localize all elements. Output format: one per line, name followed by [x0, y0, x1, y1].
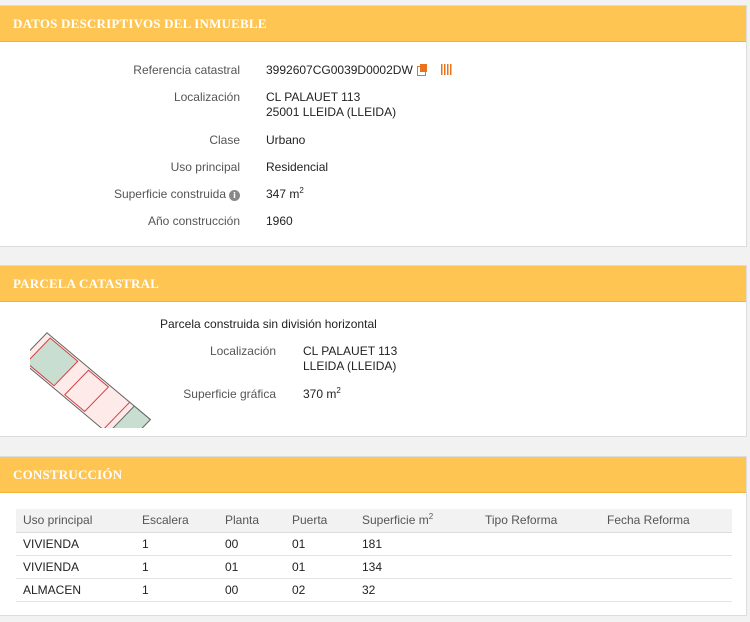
anio-value: 1960: [266, 214, 293, 228]
col-planta: Planta: [218, 509, 285, 533]
col-fecha-reforma: Fecha Reforma: [600, 509, 732, 533]
cell-uso: ALMACEN: [16, 578, 135, 602]
col-superficie-label: Superficie m: [362, 513, 429, 528]
superficie-label: Superficie construida: [113, 187, 226, 201]
table-header-row: Uso principal Escalera Planta Puerta Sup…: [16, 509, 732, 533]
col-escalera: Escalera: [135, 509, 218, 533]
cell-superficie: 134: [355, 555, 478, 579]
cell-puerta: 01: [285, 532, 355, 556]
localizacion-label: Localización: [173, 90, 240, 104]
cell-puerta: 02: [285, 578, 355, 602]
cell-tipo-reforma: [478, 578, 600, 602]
cell-puerta: 01: [285, 555, 355, 579]
construccion-panel-title: CONSTRUCCIÓN: [0, 457, 746, 493]
construccion-table: Uso principal Escalera Planta Puerta Sup…: [16, 509, 732, 602]
col-uso: Uso principal: [16, 509, 135, 533]
inmueble-panel-title: DATOS DESCRIPTIVOS DEL INMUEBLE: [0, 6, 746, 42]
cell-tipo-reforma: [478, 532, 600, 556]
localizacion-value: CL PALAUET 113 25001 LLEIDA (LLEIDA): [266, 90, 396, 120]
parcela-superficie-label: Superficie gráfica: [183, 387, 276, 401]
localizacion-line1: CL PALAUET 113: [266, 90, 361, 104]
inmueble-panel: DATOS DESCRIPTIVOS DEL INMUEBLE Referenc…: [0, 5, 747, 247]
parcela-localizacion-line1: CL PALAUET 113: [303, 344, 398, 358]
uso-value: Residencial: [266, 160, 329, 174]
table-row: VIVIENDA 1 01 01 134: [16, 555, 732, 579]
cell-superficie: 32: [355, 578, 478, 602]
cell-superficie: 181: [355, 532, 478, 556]
table-row: ALMACEN 1 00 02 32: [16, 578, 732, 602]
parcela-descripcion: Parcela construida sin división horizont…: [160, 317, 377, 331]
cell-escalera: 1: [135, 578, 218, 602]
parcela-superficie-value: 370 m: [303, 387, 337, 401]
construccion-panel: CONSTRUCCIÓN Uso principal Escalera Plan…: [0, 456, 747, 616]
localizacion-line2: 25001 LLEIDA (LLEIDA): [266, 105, 397, 119]
col-puerta: Puerta: [285, 509, 355, 533]
parcela-localizacion-line2: LLEIDA (LLEIDA): [303, 359, 397, 373]
col-tipo-reforma: Tipo Reforma: [478, 509, 600, 533]
cell-fecha-reforma: [600, 555, 732, 579]
parcela-superficie-unit-exp: 2: [336, 386, 341, 395]
col-superficie-exp: 2: [428, 512, 434, 522]
cell-escalera: 1: [135, 532, 218, 556]
cell-fecha-reforma: [600, 578, 732, 602]
cell-uso: VIVIENDA: [16, 555, 135, 579]
referencia-value[interactable]: 3992607CG0039D0002DW: [266, 63, 413, 77]
superficie-unit-exp: 2: [299, 186, 304, 195]
parcela-panel-title: PARCELA CATASTRAL: [0, 266, 746, 302]
superficie-label-wrap: Superficie construida i: [114, 187, 240, 201]
cell-tipo-reforma: [478, 555, 600, 579]
parcela-panel: PARCELA CATASTRAL Parcela construida sin…: [0, 265, 747, 437]
parcela-superficie-value-wrap: 370 m2: [303, 387, 341, 402]
superficie-value: 347 m: [266, 187, 300, 201]
table-row: VIVIENDA 1 00 01 181: [16, 532, 732, 556]
superficie-value-wrap: 347 m2: [266, 187, 304, 202]
clase-label: Clase: [209, 133, 240, 147]
col-superficie: Superficie m2: [355, 509, 478, 533]
parcela-localizacion-label: Localización: [209, 344, 276, 358]
uso-label: Uso principal: [170, 160, 240, 174]
cell-planta: 00: [218, 532, 285, 556]
cell-fecha-reforma: [600, 532, 732, 556]
referencia-value-wrap: 3992607CG0039D0002DW: [266, 63, 453, 78]
barcode-icon[interactable]: [440, 64, 453, 75]
cell-uso: VIVIENDA: [16, 532, 135, 556]
cell-planta: 00: [218, 578, 285, 602]
parcel-map[interactable]: [30, 310, 160, 428]
referencia-label: Referencia catastral: [133, 63, 240, 77]
info-icon[interactable]: i: [229, 190, 240, 201]
parcela-localizacion-value: CL PALAUET 113 LLEIDA (LLEIDA): [303, 344, 397, 374]
cell-escalera: 1: [135, 555, 218, 579]
clase-value: Urbano: [266, 133, 306, 147]
anio-label: Año construcción: [147, 214, 240, 228]
copy-icon[interactable]: [416, 64, 428, 76]
cell-planta: 01: [218, 555, 285, 579]
